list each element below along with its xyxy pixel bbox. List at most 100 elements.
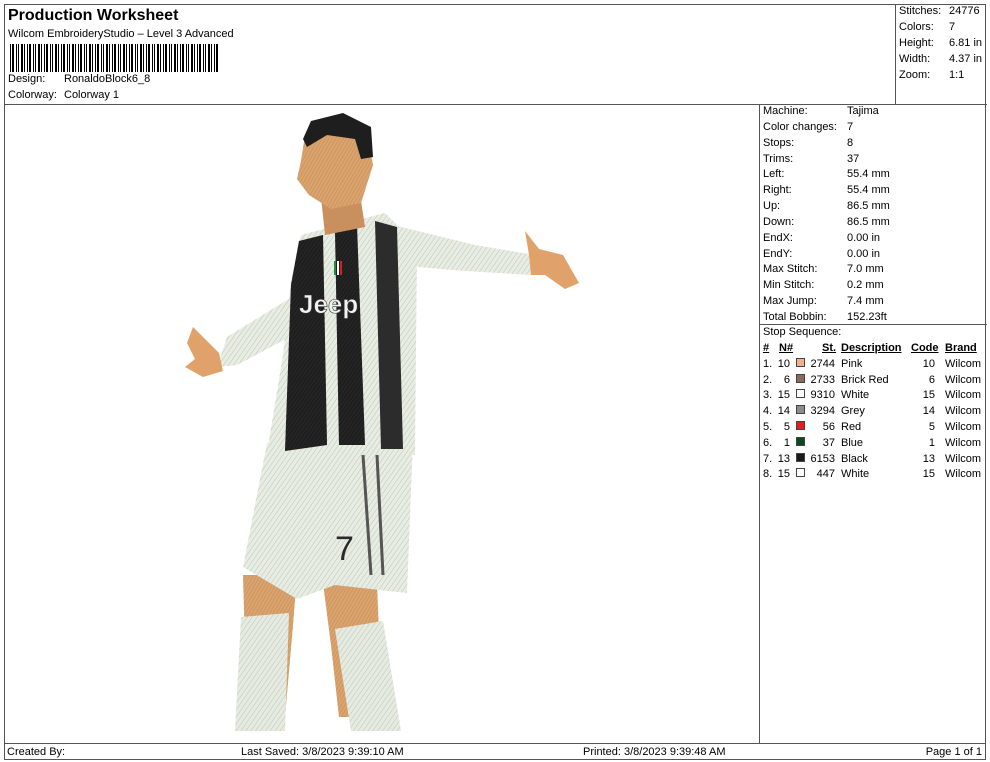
col-header-code: Code	[911, 342, 939, 354]
detail-value: 86.5 mm	[847, 216, 890, 228]
detail-label: Total Bobbin:	[763, 311, 827, 323]
cell-needle: 15	[777, 389, 790, 402]
summary-row: Zoom: 1:1	[899, 69, 964, 81]
barcode-bar	[140, 44, 142, 72]
barcode-bar	[12, 44, 14, 72]
cell-num: 6.	[763, 436, 773, 449]
details-panel: Machine: Tajima Color changes: 7 Stops: 8 T…	[759, 104, 987, 744]
cell-code: 15	[922, 468, 935, 481]
detail-row: Trims: 37	[763, 153, 859, 165]
cell-num: 4.	[763, 405, 773, 418]
summary-row: Stitches: 24776	[899, 5, 980, 17]
barcode-bar	[35, 44, 36, 72]
detail-row: Color changes: 7	[763, 121, 853, 133]
created-by: Created By:	[7, 746, 66, 758]
design-value: RonaldoBlock6_8	[64, 73, 151, 85]
detail-label: EndX:	[763, 232, 793, 244]
barcode-bar	[203, 44, 204, 72]
detail-label: Color changes:	[763, 121, 837, 133]
barcode-bar	[78, 44, 79, 72]
barcode-bar	[146, 44, 147, 72]
cell-code: 10	[922, 357, 935, 370]
detail-row: Stops: 8	[763, 137, 853, 149]
detail-value: 0.00 in	[847, 232, 881, 244]
cell-description: Pink	[841, 357, 863, 370]
summary-value: 24776	[949, 5, 980, 17]
detail-value: 7	[847, 121, 854, 133]
table-row: 8. 15 447 White 15 Wilcom	[760, 468, 987, 484]
shorts-number: 7	[335, 530, 354, 568]
cell-needle: 13	[777, 452, 790, 465]
summary-value: 7	[949, 21, 956, 33]
barcode-bar	[61, 44, 62, 72]
barcode-bar	[214, 44, 215, 72]
cell-needle: 14	[777, 405, 790, 418]
cell-description: Brick Red	[841, 373, 889, 386]
barcode-bar	[84, 44, 85, 72]
detail-value: 55.4 mm	[847, 184, 890, 196]
summary-row: Colors: 7	[899, 21, 955, 33]
barcode-bar	[174, 44, 176, 72]
barcode-bar	[109, 44, 110, 72]
barcode-bar	[89, 44, 91, 72]
cell-num: 7.	[763, 452, 773, 465]
cell-brand: Wilcom	[945, 373, 982, 386]
cell-num: 3.	[763, 389, 773, 402]
page-number: Page 1 of 1	[925, 746, 982, 758]
barcode-bar	[16, 44, 17, 72]
barcode-bar	[18, 44, 19, 72]
detail-row: Max Stitch: 7.0 mm	[763, 263, 884, 275]
cell-brand: Wilcom	[945, 420, 982, 433]
color-swatch	[796, 436, 805, 446]
printed-date: Printed: 3/8/2023 9:39:48 AM	[583, 746, 726, 758]
cell-stitches: 37	[822, 436, 835, 449]
color-swatch	[796, 420, 805, 430]
barcode-bar	[38, 44, 40, 72]
barcode-bar	[106, 44, 108, 72]
detail-row: Machine: Tajima	[763, 105, 879, 117]
barcode-bar	[72, 44, 74, 72]
barcode	[10, 44, 218, 72]
barcode-bar	[80, 44, 82, 72]
cell-code: 13	[922, 452, 935, 465]
detail-label: Machine:	[763, 105, 808, 117]
cell-description: Grey	[841, 405, 865, 418]
barcode-bar	[171, 44, 172, 72]
detail-row: Left: 55.4 mm	[763, 168, 890, 180]
summary-value: 1:1	[949, 69, 965, 81]
worksheet-header: Production Worksheet Wilcom EmbroiderySt…	[4, 4, 896, 105]
barcode-bar	[95, 44, 96, 72]
table-row: 5. 5 56 Red 5 Wilcom	[760, 420, 987, 437]
barcode-bar	[154, 44, 155, 72]
detail-row: EndY: 0.00 in	[763, 248, 880, 260]
cell-needle: 5	[783, 420, 790, 433]
cell-code: 14	[922, 405, 935, 418]
barcode-bar	[21, 44, 23, 72]
barcode-bar	[69, 44, 70, 72]
cell-brand: Wilcom	[945, 405, 982, 418]
barcode-bar	[41, 44, 42, 72]
table-row: 7. 13 6153 Black 13 Wilcom	[760, 452, 987, 469]
barcode-bar	[58, 44, 59, 72]
detail-label: Trims:	[763, 153, 794, 165]
player-embroidery-illustration: 7 Jeep	[185, 113, 579, 731]
col-header-num: #	[763, 342, 770, 354]
barcode-bar	[135, 44, 136, 72]
barcode-bar	[46, 44, 48, 72]
color-swatch	[796, 468, 805, 478]
barcode-bar	[188, 44, 189, 72]
summary-panel: Stitches: 24776 Colors: 7 Height: 6.81 in W…	[895, 4, 987, 105]
barcode-bar	[199, 44, 201, 72]
barcode-bar	[123, 44, 125, 72]
barcode-bar	[131, 44, 133, 72]
barcode-bar	[114, 44, 116, 72]
color-swatch	[796, 405, 805, 415]
barcode-bar	[33, 44, 34, 72]
detail-label: Stops:	[763, 137, 795, 149]
cell-brand: Wilcom	[945, 357, 982, 370]
barcode-bar	[186, 44, 187, 72]
barcode-bar	[194, 44, 195, 72]
table-row: 3. 15 9310 White 15 Wilcom	[760, 389, 987, 405]
sponsor-logo-text: Jeep	[299, 289, 358, 319]
barcode-bar	[208, 44, 210, 72]
